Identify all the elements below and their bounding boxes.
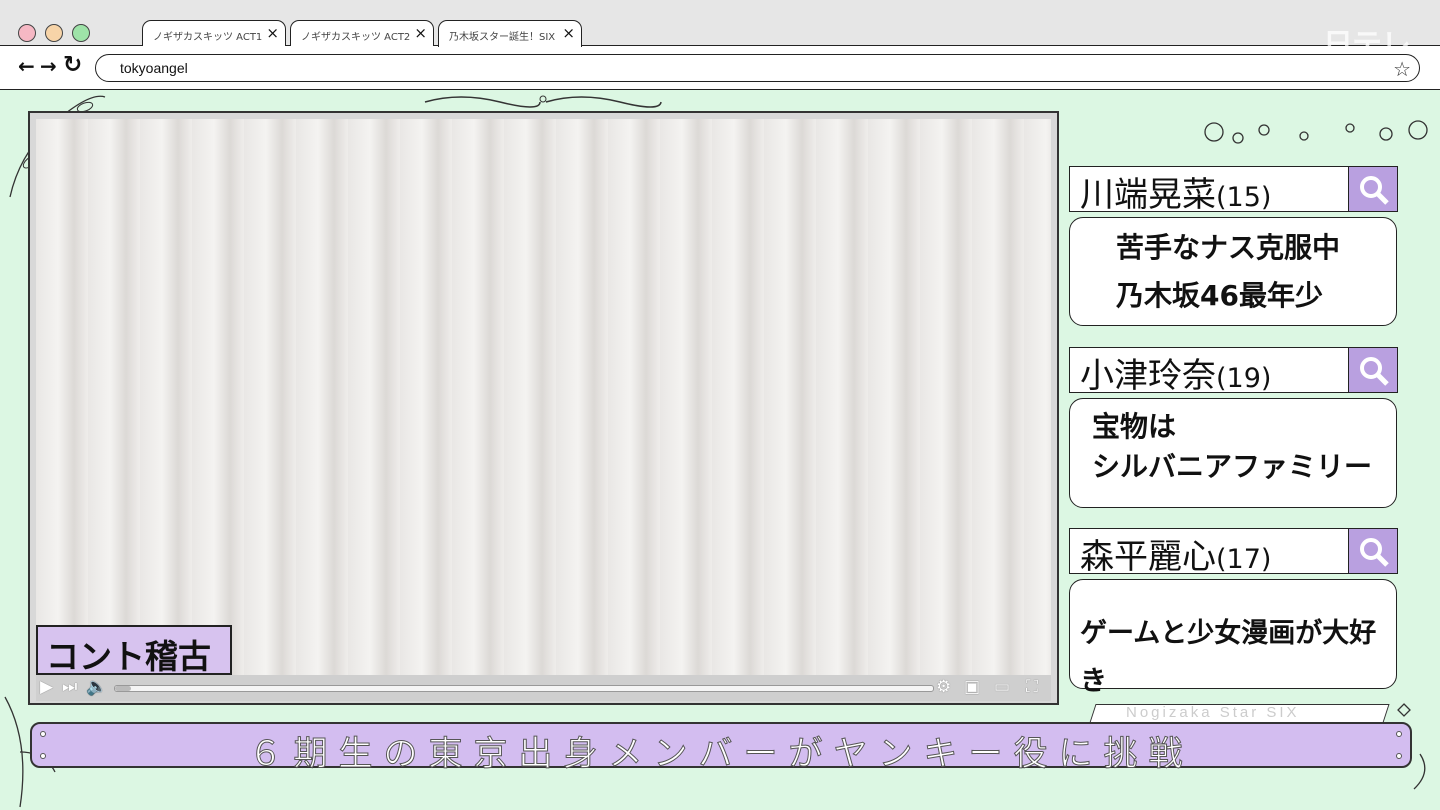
member-name-text: 森平麗心: [1080, 537, 1216, 577]
settings-gear-icon[interactable]: ⚙: [936, 677, 951, 697]
tab-star-six[interactable]: 乃木坂スター誕生！SIX ×: [438, 20, 582, 47]
close-icon[interactable]: ×: [266, 24, 279, 42]
member-age: (17): [1216, 544, 1272, 575]
search-button[interactable]: [1347, 527, 1398, 574]
banner-tag-text: Nogizaka Star SIX: [1126, 704, 1300, 721]
seek-bar[interactable]: [114, 685, 934, 692]
next-icon[interactable]: ⏭: [62, 677, 77, 697]
search-button[interactable]: [1347, 165, 1398, 212]
tab-act2[interactable]: ノギザカスキッツ ACT2 ×: [290, 20, 434, 47]
reload-icon[interactable]: ↻: [63, 52, 82, 78]
close-window-button[interactable]: [18, 24, 36, 42]
player-controls: ▶ ⏭ 🔈 ⚙ ▣ ▭ ⛶: [36, 675, 1051, 701]
member-name: 森平麗心(17): [1080, 529, 1271, 578]
back-arrow-icon[interactable]: ←: [18, 54, 35, 78]
member-name-card: 川端晃菜(15): [1069, 165, 1398, 215]
close-icon[interactable]: ×: [414, 24, 427, 42]
maximize-window-button[interactable]: [72, 24, 90, 42]
member-age: (15): [1216, 182, 1272, 213]
member-description: 宝物は シルバニアファミリー: [1069, 398, 1397, 508]
browser-nav-bar: ← → ↻ tokyoangel ☆: [0, 46, 1440, 90]
close-icon[interactable]: ×: [562, 24, 575, 42]
fullscreen-icon[interactable]: ⛶: [1026, 677, 1038, 697]
search-icon: [1359, 356, 1389, 386]
member-name-card: 小津玲奈(19): [1069, 346, 1398, 396]
seek-progress: [115, 686, 132, 691]
scene-caption: コント稽古: [36, 625, 232, 676]
flower-garland-icon: [1204, 120, 1428, 144]
description-line: 苦手なナス克服中: [1116, 231, 1341, 264]
description-line: シルバニアファミリー: [1092, 450, 1373, 483]
headline-banner: ６期生の東京出身メンバーがヤンキー役に挑戦: [30, 722, 1412, 775]
ornament-divider-icon: [424, 95, 662, 108]
miniplayer-icon[interactable]: ▣: [964, 677, 980, 697]
search-icon: [1359, 175, 1389, 205]
member-name-text: 川端晃菜: [1080, 175, 1216, 215]
volume-icon[interactable]: 🔈: [86, 677, 107, 697]
video-frame[interactable]: [36, 119, 1051, 675]
theater-mode-icon[interactable]: ▭: [994, 677, 1010, 697]
browser-tab-bar: ノギザカスキッツ ACT1 × ノギザカスキッツ ACT2 × 乃木坂スター誕生…: [0, 0, 1440, 63]
search-button[interactable]: [1347, 346, 1398, 393]
address-text: tokyoangel: [120, 60, 188, 76]
member-name-text: 小津玲奈: [1080, 356, 1216, 396]
member-name: 川端晃菜(15): [1080, 167, 1271, 216]
forward-arrow-icon[interactable]: →: [40, 54, 57, 78]
member-name: 小津玲奈(19): [1080, 348, 1271, 397]
headline-text: ６期生の東京出身メンバーがヤンキー役に挑戦: [248, 734, 1194, 775]
description-line: 乃木坂46最年少: [1116, 279, 1323, 312]
tab-label: ノギザカスキッツ ACT1: [153, 32, 263, 43]
play-icon[interactable]: ▶: [40, 677, 53, 697]
video-player[interactable]: コント稽古 ▶ ⏭ 🔈 ⚙ ▣ ▭ ⛶: [28, 111, 1059, 705]
member-description: 苦手なナス克服中 乃木坂46最年少: [1069, 217, 1397, 326]
tab-act1[interactable]: ノギザカスキッツ ACT1 ×: [142, 20, 286, 47]
search-icon: [1359, 537, 1389, 567]
bookmark-star-icon[interactable]: ☆: [1393, 57, 1411, 82]
member-name-card: 森平麗心(17): [1069, 527, 1398, 577]
description-line: ゲームと少女漫画が大好き: [1080, 618, 1377, 697]
minimize-window-button[interactable]: [45, 24, 63, 42]
member-description: ゲームと少女漫画が大好き: [1069, 579, 1397, 697]
member-age: (19): [1216, 363, 1272, 394]
address-bar[interactable]: tokyoangel ☆: [95, 54, 1420, 82]
video-scene: [36, 119, 1051, 675]
tab-label: 乃木坂スター誕生！SIX: [449, 32, 556, 43]
description-line: 宝物は: [1092, 410, 1177, 443]
tab-label: ノギザカスキッツ ACT2: [301, 32, 411, 43]
